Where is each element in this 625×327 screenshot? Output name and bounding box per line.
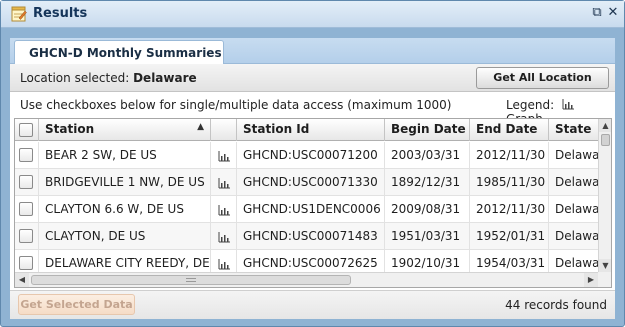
row-select-cell: [15, 142, 39, 169]
records-count: 44 records found: [505, 298, 607, 312]
sort-ascending-icon: ▲: [197, 122, 204, 132]
column-header-state[interactable]: State: [549, 119, 598, 141]
graph-icon[interactable]: [218, 178, 230, 189]
grid-header: Station ▲ Station Id Begin Date End Date…: [15, 119, 598, 141]
cell-station-id: GHCND:USC00071483: [237, 223, 385, 250]
row-checkbox[interactable]: [19, 202, 33, 216]
cell-end: 1952/01/31: [470, 223, 549, 250]
tab-strip: GHCN-D Monthly Summaries: [10, 38, 615, 65]
row-select-cell: [15, 196, 39, 223]
table-row[interactable]: BRIDGEVILLE 1 NW, DE US GHCND:USC00071330…: [15, 169, 598, 196]
cell-station-id: GHCND:USC00071330: [237, 169, 385, 196]
location-label: Location selected: Delaware: [20, 71, 197, 85]
results-panel: GHCN-D Monthly Summaries Location select…: [9, 37, 616, 320]
cell-station-id: GHCND:USC00071200: [237, 142, 385, 169]
vertical-scrollbar[interactable]: ▲ ▼: [598, 119, 611, 272]
scroll-up-icon[interactable]: ▲: [599, 119, 611, 132]
row-select-cell: [15, 223, 39, 250]
hint-text: Use checkboxes below for single/multiple…: [20, 98, 452, 112]
cell-state: Delaware: [555, 202, 598, 216]
cell-station-id: GHCND:US1DENC0006: [237, 196, 385, 223]
row-checkbox[interactable]: [19, 148, 33, 162]
tab-ghcnd-monthly-summaries[interactable]: GHCN-D Monthly Summaries: [14, 40, 224, 65]
row-checkbox[interactable]: [19, 175, 33, 189]
results-grid: Station ▲ Station Id Begin Date End Date…: [14, 118, 612, 288]
cell-end: 2012/11/30: [470, 142, 549, 169]
location-value: Delaware: [133, 71, 197, 85]
get-all-location-data-button[interactable]: Get All Location Data: [476, 67, 609, 104]
cell-begin: 1892/12/31: [385, 169, 470, 196]
graph-icon: [562, 99, 574, 110]
title-bar[interactable]: Results ⧉ ✕: [1, 1, 624, 28]
graph-icon[interactable]: [218, 232, 230, 243]
column-header-end-date[interactable]: End Date: [470, 119, 549, 141]
cell-state: Delaware: [555, 148, 598, 162]
column-header-station-label: Station: [45, 122, 95, 136]
cell-end: 1985/11/30: [470, 169, 549, 196]
vertical-scroll-thumb[interactable]: [601, 134, 610, 146]
close-icon[interactable]: ✕: [606, 6, 620, 20]
row-graph-cell: [211, 169, 237, 196]
location-bar: Location selected: Delaware Get All Loca…: [10, 64, 615, 104]
graph-icon[interactable]: [218, 259, 230, 270]
column-header-begin-date[interactable]: Begin Date: [385, 119, 470, 141]
select-all-cell: [15, 119, 39, 141]
scroll-left-icon[interactable]: ◀: [15, 273, 29, 287]
row-graph-cell: [211, 223, 237, 250]
table-row[interactable]: CLAYTON, DE US GHCND:USC00071483 1951/03/3…: [15, 223, 598, 250]
column-header-station-id[interactable]: Station Id: [237, 119, 385, 141]
legend-label: Legend:: [506, 98, 555, 112]
column-header-graph: [211, 119, 237, 141]
cell-station: BEAR 2 SW, DE US: [39, 142, 211, 169]
row-graph-cell: [211, 196, 237, 223]
get-selected-data-button[interactable]: Get Selected Data: [18, 294, 135, 315]
cell-end: 2012/11/30: [470, 196, 549, 223]
scroll-right-icon[interactable]: ▶: [584, 273, 598, 287]
horizontal-scrollbar[interactable]: ◀ ▶: [15, 272, 598, 287]
cell-begin: 2003/03/31: [385, 142, 470, 169]
window-title: Results: [33, 6, 88, 21]
graph-icon[interactable]: [218, 205, 230, 216]
cell-begin: 1951/03/31: [385, 223, 470, 250]
cell-state: Delaware: [555, 229, 598, 243]
results-window: Results ⧉ ✕ GHCN-D Monthly Summaries Loc…: [0, 0, 625, 327]
cell-station: CLAYTON 6.6 W, DE US: [39, 196, 211, 223]
row-checkbox[interactable]: [19, 256, 33, 270]
cell-begin: 2009/08/31: [385, 196, 470, 223]
scroll-grip-icon: [186, 278, 196, 282]
cell-state: Delaware: [555, 175, 598, 189]
horizontal-scroll-thumb[interactable]: [31, 275, 351, 285]
graph-icon[interactable]: [218, 151, 230, 162]
scroll-corner: [598, 272, 611, 287]
hint-row: Use checkboxes below for single/multiple…: [10, 93, 615, 126]
footer-bar: Get Selected Data 44 records found: [10, 290, 615, 319]
table-row[interactable]: CLAYTON 6.6 W, DE US GHCND:US1DENC0006 200…: [15, 196, 598, 223]
column-header-station[interactable]: Station ▲: [39, 119, 211, 141]
table-row[interactable]: BEAR 2 SW, DE US GHCND:USC00071200 2003/03…: [15, 142, 598, 169]
cell-station: CLAYTON, DE US: [39, 223, 211, 250]
row-checkbox[interactable]: [19, 229, 33, 243]
select-all-checkbox[interactable]: [19, 123, 33, 137]
notepad-icon: [10, 6, 28, 22]
location-label-text: Location selected:: [20, 71, 130, 85]
row-graph-cell: [211, 142, 237, 169]
restore-icon[interactable]: ⧉: [590, 6, 604, 20]
cell-station: BRIDGEVILLE 1 NW, DE US: [39, 169, 211, 196]
scroll-down-icon[interactable]: ▼: [599, 259, 611, 272]
row-select-cell: [15, 169, 39, 196]
